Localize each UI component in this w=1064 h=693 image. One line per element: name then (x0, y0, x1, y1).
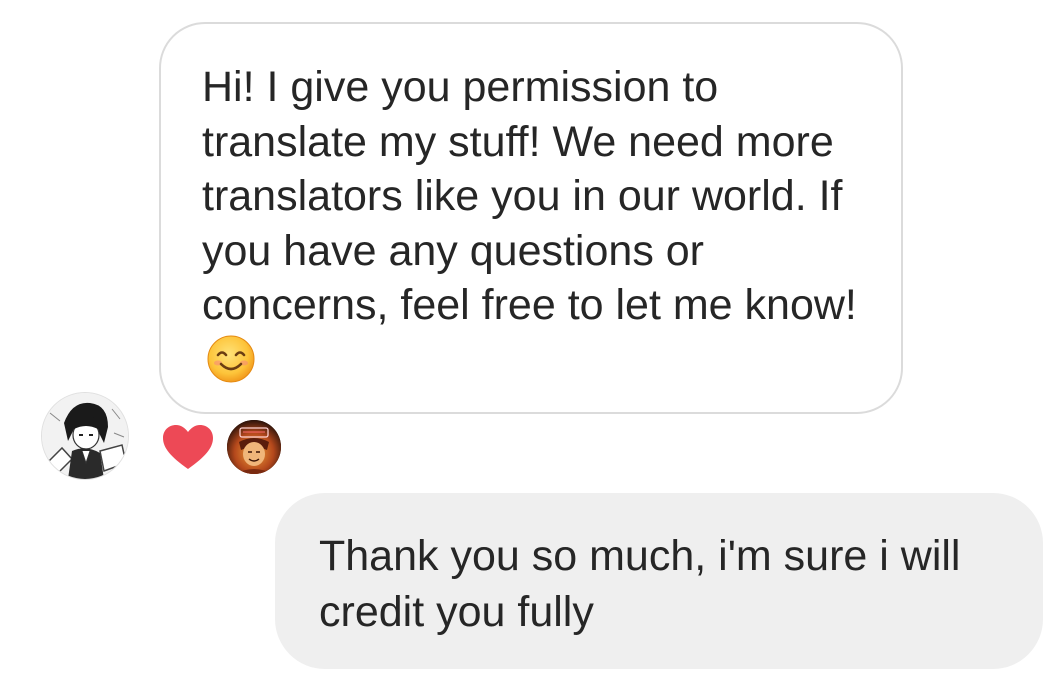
smiling-face-icon (207, 335, 255, 382)
incoming-message-body: Hi! I give you permission to translate m… (202, 63, 857, 329)
outgoing-message-text: Thank you so much, i'm sure i will credi… (319, 532, 961, 636)
reactor-avatar-image (227, 420, 281, 474)
incoming-message-text: Hi! I give you permission to translate m… (202, 60, 861, 387)
heart-reaction-icon[interactable] (161, 423, 215, 471)
incoming-message-bubble[interactable]: Hi! I give you permission to translate m… (159, 22, 903, 414)
reactor-avatar[interactable] (227, 420, 281, 474)
outgoing-message-bubble[interactable]: Thank you so much, i'm sure i will credi… (275, 493, 1043, 669)
sender-avatar[interactable] (41, 392, 129, 480)
sender-avatar-image (42, 393, 128, 479)
